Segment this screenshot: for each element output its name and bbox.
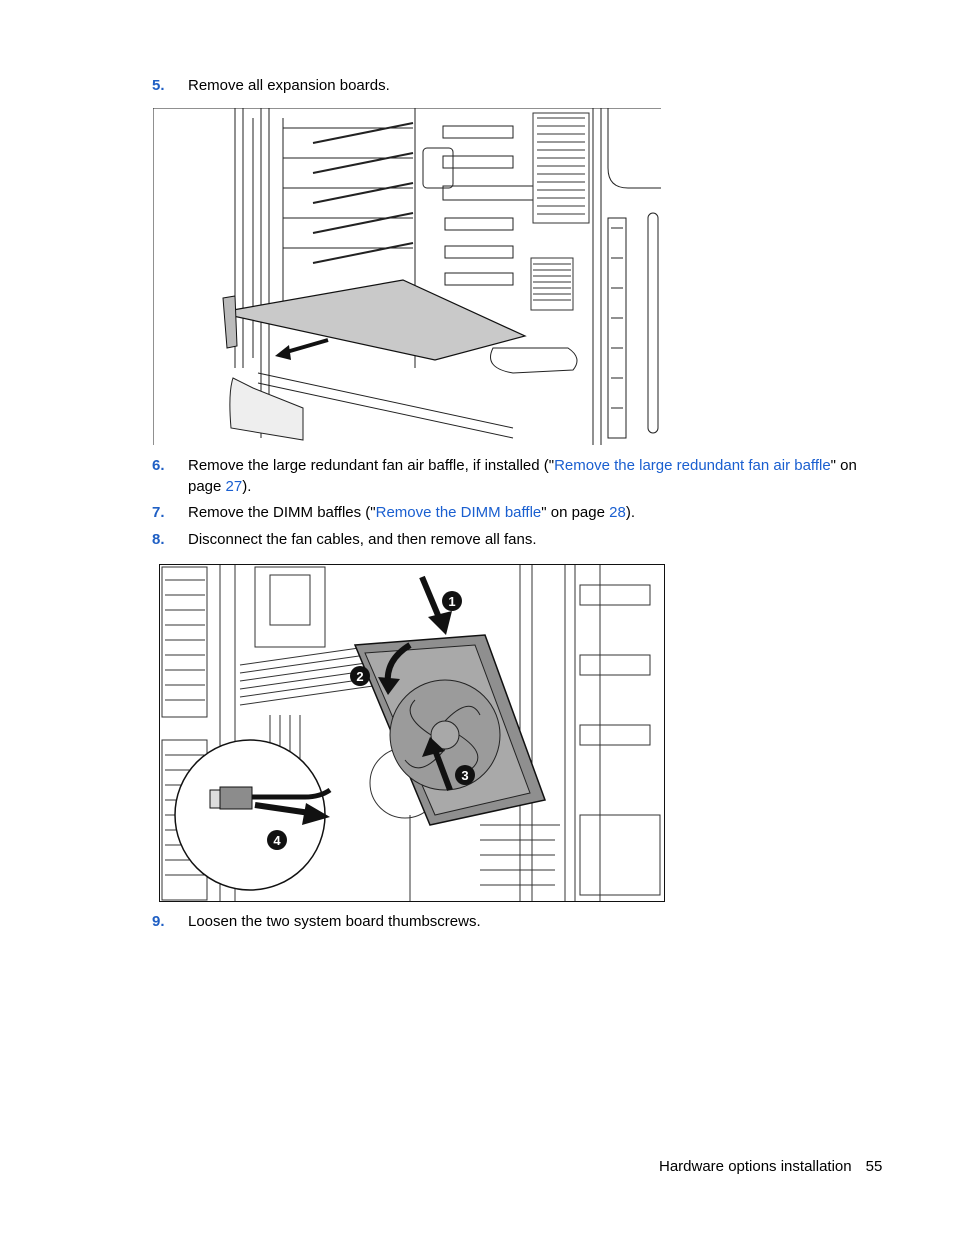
text-segment: ). [242,478,252,495]
text-segment: Remove the large redundant fan air baffl… [188,457,555,474]
page-footer: Hardware options installation 55 [659,1158,882,1175]
text-segment: Remove the DIMM baffles (" [188,504,376,521]
text-segment: " on page [541,504,610,521]
footer-section-title: Hardware options installation [659,1158,852,1175]
step-number: 5. [152,77,165,94]
callout-label: 2 [356,669,363,684]
cable-detail-inset [174,739,332,891]
step-number: 9. [152,913,165,930]
link-page-27[interactable]: 27 [226,478,243,495]
step-text: Remove all expansion boards. [188,77,390,94]
callout-label: 1 [448,594,455,609]
expansion-board-figure [153,108,661,445]
text-segment: " on [830,457,857,474]
step-text: Remove the DIMM baffles ("Remove the DIM… [188,502,878,523]
fan-removal-figure: 1 2 3 4 [159,564,665,902]
step-number: 6. [152,457,165,474]
step-number: 7. [152,504,165,521]
text-segment: ). [625,504,635,521]
page-number: 55 [865,1158,883,1175]
callout-1: 1 [442,591,462,611]
expansion-board-illustration [153,108,661,445]
step-text: Remove the large redundant fan air baffl… [188,455,878,497]
expansion-board-card [222,279,527,361]
step-number: 8. [152,531,165,548]
callout-4: 4 [267,830,287,850]
fan-module [353,634,546,826]
step-text: Loosen the two system board thumbscrews. [188,913,481,930]
text-segment: page [188,478,226,495]
fan-removal-illustration: 1 2 3 4 [161,565,661,901]
callout-label: 4 [273,833,281,848]
step-6: 6. Remove the large redundant fan air ba… [152,455,872,499]
removal-arrow [275,338,329,360]
callout-3: 3 [455,765,475,785]
callout-label: 3 [461,768,468,783]
link-remove-large-fan-baffle[interactable]: Remove the large redundant fan air baffl… [554,457,831,474]
link-page-28[interactable]: 28 [609,504,626,521]
callout-2: 2 [350,666,370,686]
step-text: Disconnect the fan cables, and then remo… [188,531,537,548]
link-remove-dimm-baffle[interactable]: Remove the DIMM baffle [376,504,542,521]
